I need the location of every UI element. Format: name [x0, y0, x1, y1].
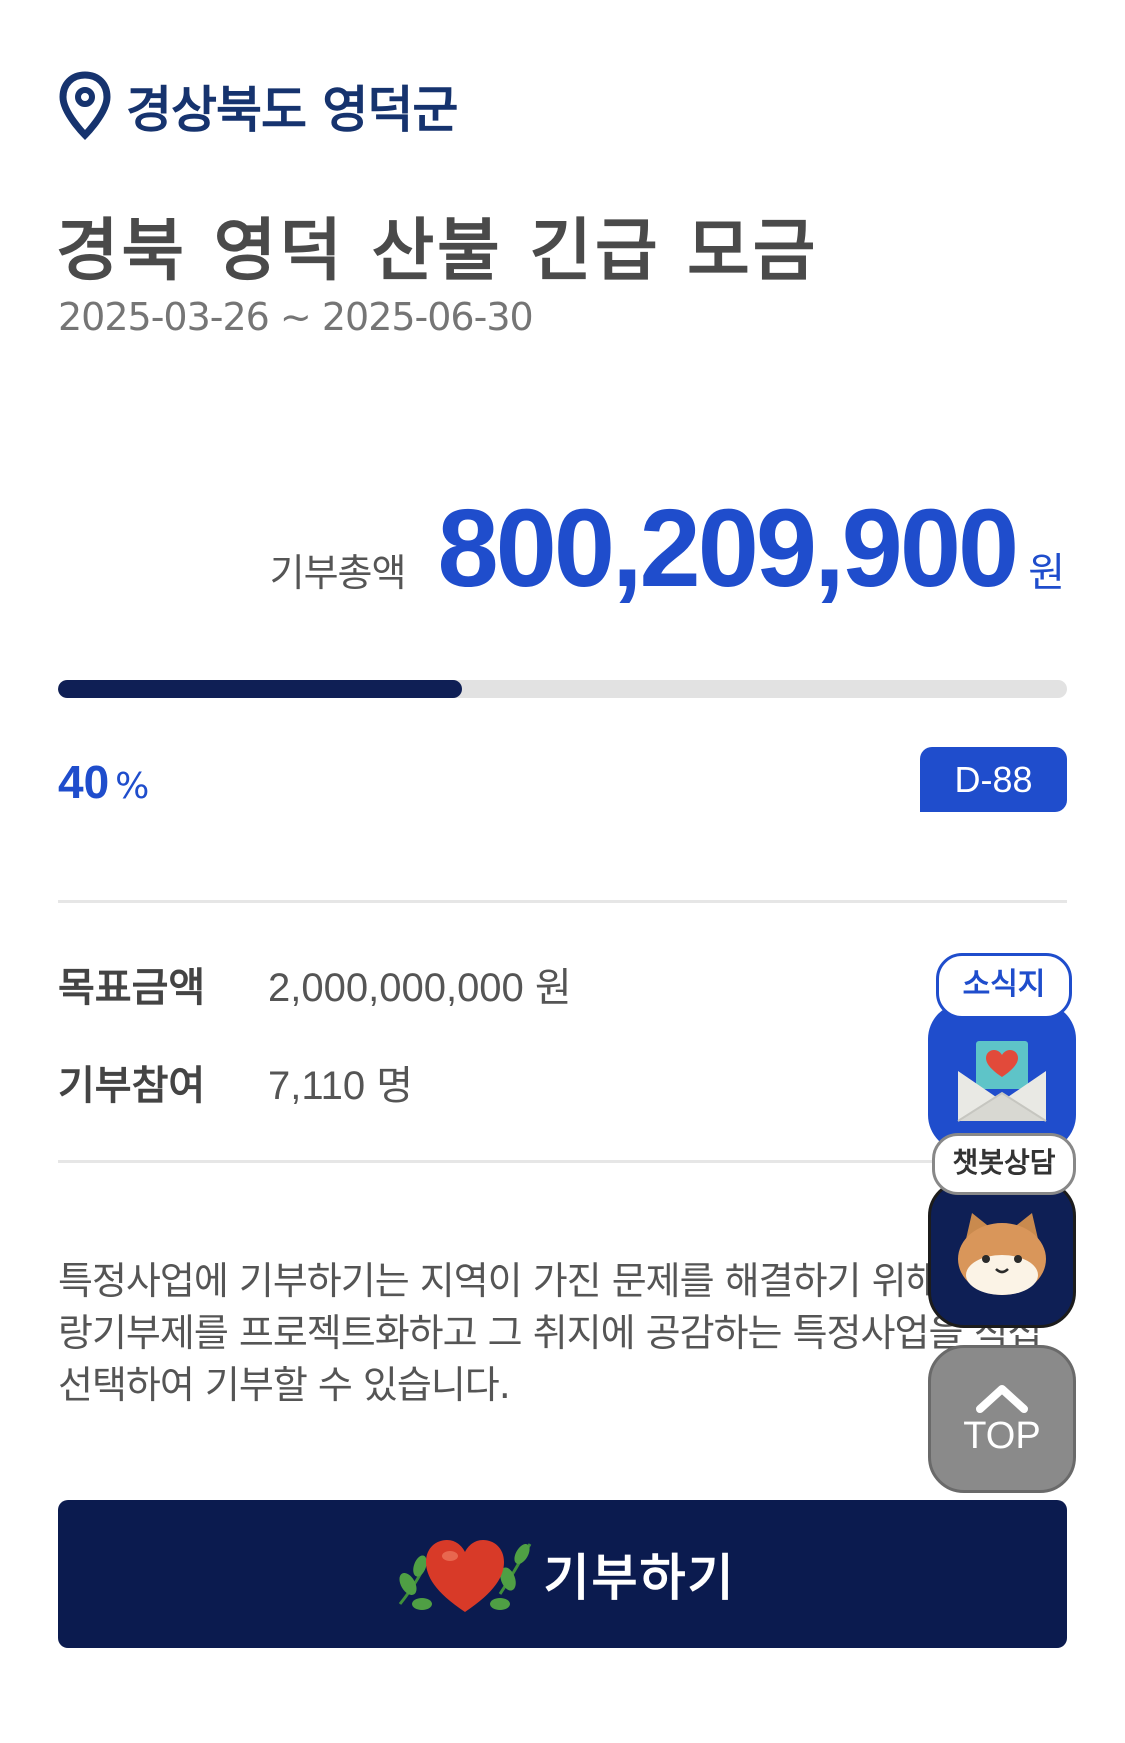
- progress-fill: [58, 680, 462, 698]
- newsletter-button[interactable]: [928, 1003, 1076, 1151]
- chatbot-bubble[interactable]: 챗봇상담: [932, 1133, 1076, 1195]
- page-title: 경북 영덕 산불 긴급 모금: [56, 212, 819, 291]
- description: 특정사업에 기부하기는 지역이 가진 문제를 해결하기 위해 고향사랑기부제를 …: [58, 1259, 1053, 1407]
- d-day-badge: D-88: [920, 747, 1067, 812]
- chevron-up-icon: [976, 1384, 1028, 1413]
- location: 경상북도 영덕군: [58, 70, 458, 142]
- progress-percent: 40 %: [58, 755, 149, 809]
- envelope-heart-icon: [957, 1041, 1047, 1122]
- newsletter-bubble[interactable]: 소식지: [936, 953, 1072, 1019]
- percent-value: 40: [58, 756, 110, 808]
- scroll-top-button[interactable]: TOP: [928, 1345, 1076, 1493]
- top-label: TOP: [963, 1414, 1041, 1457]
- total-value: 800,209,900: [437, 487, 1019, 610]
- total-label: 기부총액: [269, 551, 407, 595]
- heart-leaves-icon: [398, 1540, 531, 1612]
- divider: [58, 900, 1067, 903]
- total-unit: 원: [1028, 550, 1065, 596]
- location-text: 경상북도 영덕군: [126, 81, 458, 139]
- participants-value: 7,110 명: [268, 1064, 414, 1108]
- progress-bar: [58, 680, 1067, 698]
- campaign-period: 2025-03-26 ~ 2025-06-30: [58, 295, 534, 339]
- donate-label: 기부하기: [543, 1549, 736, 1607]
- goal-value: 2,000,000,000 원: [268, 966, 572, 1010]
- total-amount: 기부총액 800,209,900 원: [270, 485, 1065, 612]
- chatbot-button[interactable]: [928, 1180, 1076, 1328]
- participants-label: 기부참여: [58, 1063, 206, 1109]
- percent-sign: %: [115, 766, 150, 807]
- location-pin-icon: [59, 71, 111, 140]
- divider: [58, 1160, 1067, 1163]
- donate-button[interactable]: 기부하기: [58, 1500, 1067, 1648]
- goal-label: 목표금액: [58, 965, 206, 1011]
- cat-face-icon: [958, 1213, 1046, 1295]
